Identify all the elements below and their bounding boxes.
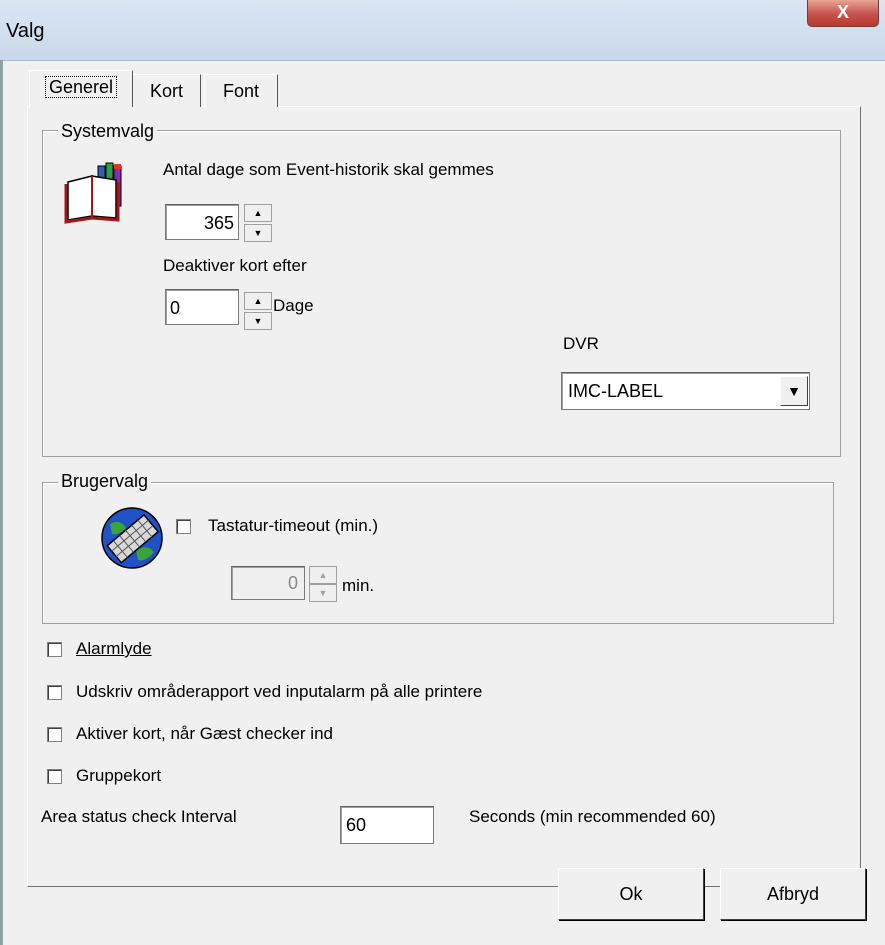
book-icon xyxy=(62,158,132,228)
area-status-hint: Seconds (min recommended 60) xyxy=(469,807,716,826)
alarmlyde-checkbox[interactable] xyxy=(47,642,62,657)
aktiver-checkbox[interactable] xyxy=(47,727,62,742)
alarmlyde-label: Alarmlyde xyxy=(76,639,152,658)
brugervalg-legend: Brugervalg xyxy=(58,471,152,492)
udskriv-label: Udskriv områderapport ved inputalarm på … xyxy=(76,682,483,701)
ok-button[interactable]: Ok xyxy=(558,868,704,920)
history-days-input[interactable]: 365 xyxy=(165,204,239,240)
deactivate-unit: Dage xyxy=(273,296,314,315)
history-label: Antal dage som Event-historik skal gemme… xyxy=(163,160,494,179)
window-edge xyxy=(0,60,3,945)
dvr-select[interactable]: IMC-LABEL xyxy=(561,372,810,410)
deactivate-spin-up[interactable]: ▲ xyxy=(244,292,272,310)
timeout-minutes-input[interactable]: 0 xyxy=(231,566,305,600)
tab-kort-label: Kort xyxy=(149,81,183,101)
dvr-select-value: IMC-LABEL xyxy=(568,381,664,401)
history-spin-down[interactable]: ▼ xyxy=(244,224,272,242)
close-button[interactable]: X xyxy=(807,0,879,27)
tab-generel-label: Generel xyxy=(44,76,118,98)
keyboard-globe-icon xyxy=(96,500,168,572)
deactivate-spin-down[interactable]: ▼ xyxy=(244,312,272,330)
aktiver-label: Aktiver kort, når Gæst checker ind xyxy=(76,724,333,743)
dvr-label: DVR xyxy=(563,334,599,353)
timeout-spin-down[interactable]: ▼ xyxy=(309,584,337,602)
timeout-spin-up[interactable]: ▲ xyxy=(309,566,337,584)
udskriv-checkbox[interactable] xyxy=(47,685,62,700)
history-spin-up[interactable]: ▲ xyxy=(244,204,272,222)
cancel-button[interactable]: Afbryd xyxy=(720,868,866,920)
area-status-label: Area status check Interval xyxy=(41,807,237,826)
deactivate-days-input[interactable]: 0 xyxy=(165,289,239,325)
keyboard-timeout-label: Tastatur-timeout (min.) xyxy=(208,516,379,535)
tab-font[interactable]: Font xyxy=(204,74,278,107)
keyboard-timeout-checkbox[interactable] xyxy=(176,519,191,534)
area-status-input[interactable]: 60 xyxy=(340,806,434,844)
tab-generel[interactable]: Generel xyxy=(29,70,133,107)
chevron-down-icon[interactable]: ▼ xyxy=(780,376,808,406)
systemvalg-legend: Systemvalg xyxy=(58,121,158,142)
deactivate-label: Deaktiver kort efter xyxy=(163,256,307,275)
title-bar xyxy=(0,0,885,61)
tab-kort[interactable]: Kort xyxy=(132,74,201,107)
gruppekort-label: Gruppekort xyxy=(76,766,162,785)
tab-font-label: Font xyxy=(222,81,260,101)
timeout-unit: min. xyxy=(342,576,375,595)
window-title: Valg xyxy=(6,20,45,42)
gruppekort-checkbox[interactable] xyxy=(47,769,62,784)
